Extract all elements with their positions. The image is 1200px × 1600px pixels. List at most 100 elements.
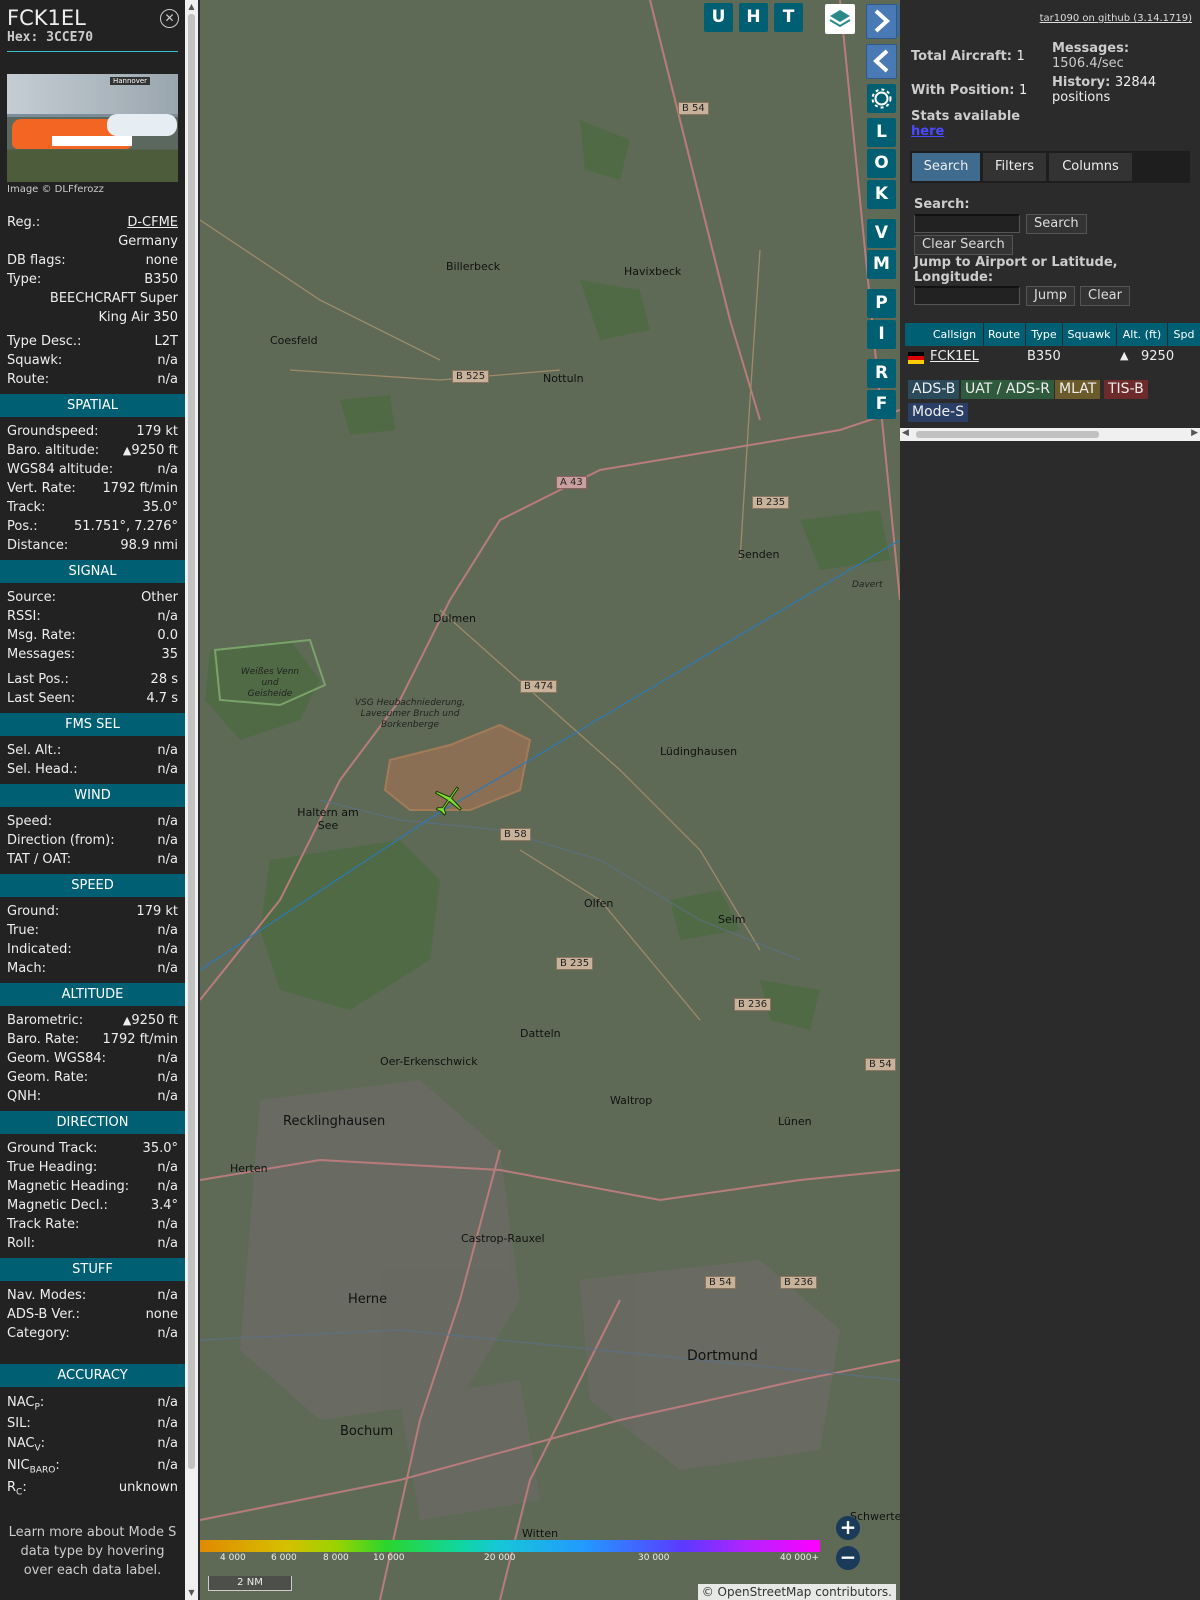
map-view[interactable]: Billerbeck Havixbeck Coesfeld Nottuln Se… — [200, 0, 900, 1600]
baro-altitude-row: Baro. altitude: ▲9250 ft — [0, 441, 185, 460]
map-label-lunen: Lünen — [778, 1115, 812, 1128]
toggle-t-button[interactable]: T — [774, 3, 803, 32]
scrollbar-thumb[interactable] — [916, 431, 1099, 438]
adsb-ver: none — [145, 1307, 178, 1322]
sidebar-tabs: Search Filters Columns — [910, 151, 1190, 183]
distance-label: Distance: — [7, 538, 69, 553]
zoom-in-button[interactable]: + — [836, 1516, 860, 1540]
mag-decl-row: Magnetic Decl.: 3.4° — [0, 1196, 185, 1215]
with-position: With Position: 1 — [911, 83, 1027, 98]
groundspeed: 179 kt — [136, 424, 178, 439]
vert-rate-label: Vert. Rate: — [7, 481, 76, 496]
alt-tick-label: 20 000 — [484, 1553, 516, 1563]
scroll-down-icon[interactable]: ▼ — [185, 1587, 198, 1599]
map-label-coesfeld: Coesfeld — [270, 334, 318, 347]
jump-button[interactable]: Jump — [1026, 286, 1075, 306]
tab-columns[interactable]: Columns — [1049, 153, 1132, 181]
scroll-up-icon[interactable]: ▲ — [185, 1, 198, 13]
map-label-nottuln: Nottuln — [543, 372, 584, 385]
barometric-row: Barometric: ▲9250 ft — [0, 1011, 185, 1030]
ground-speed: 179 kt — [136, 904, 178, 919]
divider — [7, 51, 178, 52]
road-shield: B 236 — [780, 1276, 818, 1289]
source-badge-mlat: MLAT — [1055, 380, 1101, 399]
aircraft-marker-icon[interactable] — [432, 783, 466, 817]
toggle-l-button[interactable]: L — [867, 118, 896, 147]
baro-rate-row: Baro. Rate: 1792 ft/min — [0, 1030, 185, 1049]
track-rate-row: Track Rate: n/a — [0, 1215, 185, 1234]
baro-rate-label: Baro. Rate: — [7, 1032, 80, 1047]
col-route[interactable]: Route — [984, 323, 1024, 346]
sel-alt: n/a — [157, 743, 178, 758]
sel-alt-row: Sel. Alt.: n/a — [0, 741, 185, 760]
registration-link[interactable]: D-CFME — [127, 213, 178, 232]
country: Germany — [118, 234, 178, 249]
ground-track-row: Ground Track: 35.0° — [0, 1139, 185, 1158]
toggle-r-button[interactable]: R — [867, 359, 896, 388]
nacp-sub: P — [34, 1402, 40, 1413]
row-callsign[interactable]: FCK1EL — [930, 349, 979, 364]
geom: n/a — [157, 1051, 178, 1066]
col-type[interactable]: Type — [1026, 323, 1062, 346]
col-callsign[interactable]: Callsign — [927, 323, 982, 346]
category: n/a — [157, 1326, 178, 1341]
nacp-label: NAC — [7, 1395, 35, 1410]
toggle-h-button[interactable]: H — [739, 3, 768, 32]
total-aircraft: Total Aircraft: 1 — [911, 49, 1025, 64]
zoom-out-button[interactable]: − — [836, 1546, 860, 1570]
messages-label: Messages: — [7, 647, 76, 662]
col-speed[interactable]: Spd — [1168, 323, 1200, 346]
forward-arrow-button[interactable] — [866, 4, 897, 39]
toggle-o-button[interactable]: O — [867, 149, 896, 178]
toggle-v-button[interactable]: V — [867, 219, 896, 248]
back-arrow-button[interactable] — [866, 44, 897, 79]
history-stat: History: 32844 positions — [1052, 75, 1200, 105]
ground-track-label: Ground Track: — [7, 1141, 98, 1156]
alt-tick-label: 6 000 — [271, 1553, 297, 1563]
toggle-f-button[interactable]: F — [867, 390, 896, 419]
map-label-haltern: Haltern am See — [297, 806, 359, 832]
sil-label: SIL: — [7, 1416, 31, 1431]
toggle-u-button[interactable]: U — [704, 3, 733, 32]
nacv-row: NACV: n/a — [0, 1433, 185, 1455]
settings-button[interactable] — [867, 84, 896, 113]
info-panel-scrollbar[interactable]: ▲ ▼ — [185, 0, 198, 1600]
msg-rate: 0.0 — [157, 628, 178, 643]
table-row[interactable]: FCK1EL B350 ▲ 9250 — [905, 349, 1200, 366]
github-link[interactable]: tar1090 on github (3.14.1719) — [1040, 13, 1192, 24]
toggle-k-button[interactable]: K — [867, 180, 896, 209]
nacv-label: NAC — [7, 1436, 35, 1451]
stats-here-link[interactable]: here — [911, 124, 1020, 139]
tab-search[interactable]: Search — [912, 153, 980, 181]
scrollbar-thumb[interactable] — [188, 14, 195, 1469]
scroll-right-icon[interactable]: ▶ — [1191, 428, 1198, 438]
toggle-p-button[interactable]: P — [867, 289, 896, 318]
osm-link[interactable]: OpenStreetMap — [718, 1585, 812, 1599]
wgs84-row: WGS84 altitude: n/a — [0, 460, 185, 479]
search-button[interactable]: Search — [1026, 214, 1087, 234]
layers-button[interactable] — [825, 4, 855, 34]
clear-search-button[interactable]: Clear Search — [914, 235, 1013, 255]
toggle-m-button[interactable]: M — [867, 250, 896, 279]
map-label-senden: Senden — [738, 548, 780, 561]
table-horizontal-scrollbar[interactable]: ◀ ▶ — [900, 428, 1200, 441]
search-input[interactable] — [914, 214, 1020, 233]
mach-row: Mach: n/a — [0, 959, 185, 978]
map-label-herten: Herten — [230, 1162, 268, 1175]
nicbaro-label: NIC — [7, 1458, 30, 1473]
roll-label: Roll: — [7, 1236, 36, 1251]
col-altitude[interactable]: Alt. (ft) — [1117, 323, 1167, 346]
map-label-waltrop: Waltrop — [610, 1094, 653, 1107]
aircraft-photo[interactable]: Hannover — [7, 74, 178, 182]
jump-input[interactable] — [914, 286, 1020, 305]
toggle-i-button[interactable]: I — [867, 320, 896, 349]
col-squawk[interactable]: Squawk — [1063, 323, 1115, 346]
clear-button[interactable]: Clear — [1080, 286, 1130, 306]
rssi: n/a — [157, 609, 178, 624]
tab-filters[interactable]: Filters — [983, 153, 1046, 181]
route-row: Route: n/a — [0, 370, 185, 389]
scroll-left-icon[interactable]: ◀ — [902, 428, 909, 438]
map-label-selm: Selm — [718, 913, 746, 926]
rc-label: R — [7, 1480, 17, 1495]
close-icon[interactable]: ✕ — [160, 9, 179, 28]
